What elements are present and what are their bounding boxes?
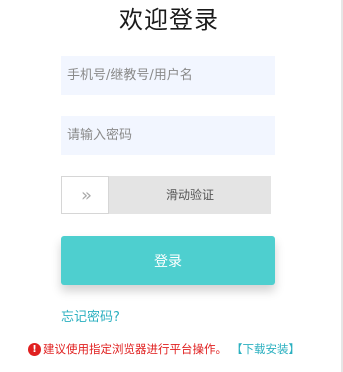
double-chevron-right-icon: »: [80, 184, 92, 206]
slider-label: 滑动验证: [165, 188, 214, 202]
login-panel: 欢迎登录 » 滑动验证 登录 忘记密码? ! 建议使用指定浏览器进行平台操作。 …: [0, 0, 343, 372]
notice-text: 建议使用指定浏览器进行平台操作。: [43, 342, 227, 356]
browser-notice: ! 建议使用指定浏览器进行平台操作。 【下载安装】: [28, 341, 300, 357]
forgot-password-link[interactable]: 忘记密码?: [61, 306, 120, 325]
login-button[interactable]: 登录: [61, 236, 275, 285]
slider-captcha[interactable]: » 滑动验证: [61, 176, 271, 214]
download-install-link[interactable]: 【下载安装】: [231, 341, 300, 357]
warning-icon: !: [28, 342, 41, 356]
password-input[interactable]: [61, 116, 275, 155]
page-title: 欢迎登录: [119, 6, 219, 34]
slider-handle[interactable]: »: [61, 176, 109, 214]
username-input[interactable]: [61, 56, 275, 95]
